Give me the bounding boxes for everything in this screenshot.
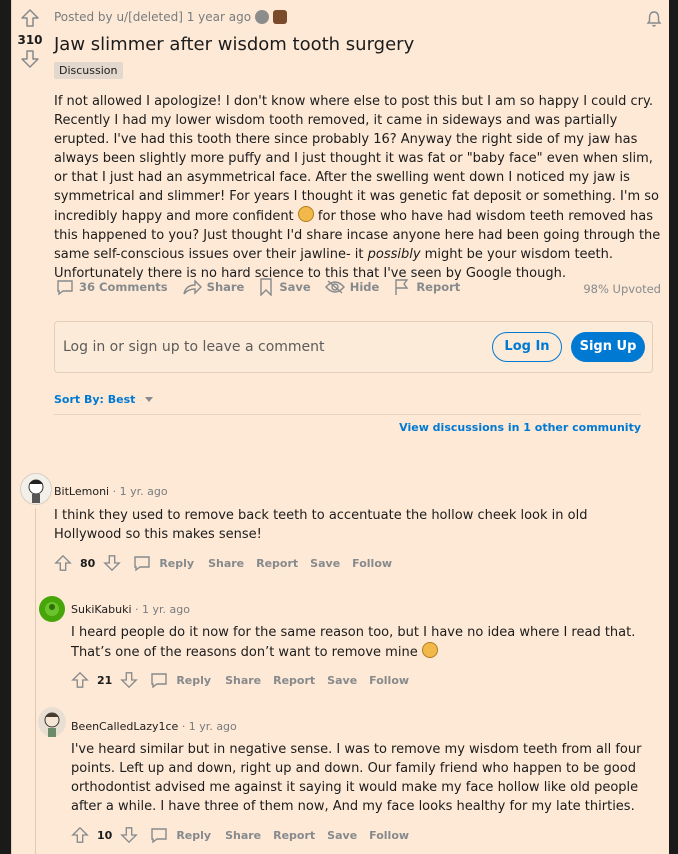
report-button[interactable]: Report <box>393 278 460 296</box>
post-meta: Posted by u/[deleted] 1 year ago <box>54 10 288 24</box>
flag-icon <box>395 279 409 295</box>
sort-label: Sort By: Best <box>54 393 136 406</box>
award-icon <box>255 10 270 24</box>
save-button[interactable]: Save <box>327 829 357 842</box>
post-panel: 310 Posted by u/[deleted] 1 year ago Jaw… <box>11 0 669 854</box>
report-button[interactable]: Report <box>273 674 315 687</box>
login-prompt-box: Log in or sign up to leave a comment Log… <box>54 321 653 373</box>
save-button[interactable]: Save <box>258 278 311 296</box>
thread-line[interactable] <box>35 508 36 854</box>
sort-dropdown[interactable]: Sort By: Best <box>54 393 154 406</box>
save-button[interactable]: Save <box>327 674 357 687</box>
post-body-emphasis: possibly <box>367 247 421 262</box>
report-button[interactable]: Report <box>256 557 298 570</box>
comment-meta: BeenCalledLazy1ce · 1 yr. ago <box>71 720 237 733</box>
comment-author[interactable]: BitLemoni <box>54 485 109 498</box>
downvote-icon[interactable] <box>120 826 139 844</box>
comments-button[interactable]: 36 Comments <box>56 278 168 296</box>
comment-meta: BitLemoni · 1 yr. ago <box>54 485 168 498</box>
comment-score: 80 <box>80 556 96 570</box>
signup-button[interactable]: Sign Up <box>571 332 645 362</box>
comment-time[interactable]: · 1 yr. ago <box>182 720 237 733</box>
comment-author[interactable]: SukiKabuki <box>71 603 132 616</box>
reply-button[interactable]: Reply <box>176 674 211 687</box>
share-label: Share <box>206 280 245 294</box>
post-vote-column: 310 <box>12 8 48 69</box>
upvote-icon[interactable] <box>54 554 72 572</box>
smiley-emoji-icon <box>297 206 314 222</box>
upvote-icon[interactable] <box>71 826 89 844</box>
post-meta-text: Posted by u/[deleted] 1 year ago <box>54 10 252 24</box>
login-prompt-text: Log in or sign up to leave a comment <box>63 339 325 355</box>
avatar-figure-icon <box>28 479 44 503</box>
upvote-ratio: 98% Upvoted <box>583 282 661 296</box>
upvote-icon[interactable] <box>71 671 89 689</box>
follow-button[interactable]: Follow <box>352 557 392 570</box>
post-body: If not allowed I apologize! I don't know… <box>54 92 664 283</box>
reply-icon[interactable] <box>133 554 151 572</box>
bell-icon[interactable] <box>645 10 663 28</box>
reply-button[interactable]: Reply <box>159 557 194 570</box>
comment-text: I've heard similar but in negative sense… <box>71 742 642 814</box>
comment-time[interactable]: · 1 yr. ago <box>135 603 190 616</box>
hide-label: Hide <box>349 280 380 294</box>
post-score: 310 <box>17 33 43 47</box>
share-icon <box>182 279 202 295</box>
comment-actions: 21 Reply Share Report Save Follow <box>71 671 409 689</box>
avatar[interactable] <box>39 596 65 622</box>
downvote-icon[interactable] <box>20 49 40 69</box>
comment-score: 21 <box>97 673 113 687</box>
follow-button[interactable]: Follow <box>369 829 409 842</box>
report-label: Report <box>416 280 461 294</box>
avatar[interactable] <box>20 473 52 505</box>
comment-text: I heard people do it now for the same re… <box>71 623 656 662</box>
comment-meta: SukiKabuki · 1 yr. ago <box>71 603 190 616</box>
comments-label: 36 Comments <box>79 280 168 294</box>
share-button[interactable]: Share <box>208 557 244 570</box>
downvote-icon[interactable] <box>120 671 139 689</box>
reply-icon[interactable] <box>150 671 168 689</box>
share-button[interactable]: Share <box>182 278 245 296</box>
comment-score: 10 <box>97 828 113 842</box>
share-button[interactable]: Share <box>225 829 261 842</box>
comment-time[interactable]: · 1 yr. ago <box>113 485 168 498</box>
save-button[interactable]: Save <box>310 557 340 570</box>
bookmark-icon <box>260 278 273 296</box>
upvote-icon[interactable] <box>20 8 40 28</box>
login-button[interactable]: Log In <box>492 332 562 362</box>
report-button[interactable]: Report <box>273 829 315 842</box>
comment-actions: 80 Reply Share Report Save Follow <box>54 554 392 572</box>
share-button[interactable]: Share <box>225 674 261 687</box>
comment-text-content: I heard people do it now for the same re… <box>71 625 636 660</box>
post-title[interactable]: Jaw slimmer after wisdom tooth surgery <box>54 34 414 55</box>
divider <box>54 414 641 415</box>
view-discussions-link[interactable]: View discussions in 1 other community <box>399 421 641 434</box>
comment-author[interactable]: BeenCalledLazy1ce <box>71 720 178 733</box>
comment-actions: 10 Reply Share Report Save Follow <box>71 826 409 844</box>
hide-button[interactable]: Hide <box>324 279 380 295</box>
reply-button[interactable]: Reply <box>176 829 211 842</box>
caret-down-icon <box>145 396 154 402</box>
comment-icon <box>57 280 73 296</box>
follow-button[interactable]: Follow <box>369 674 409 687</box>
grin-emoji-icon <box>421 642 438 658</box>
post-actions: 36 Comments Share Save Hide Report <box>56 278 460 296</box>
avatar-figure-icon <box>45 602 59 616</box>
award-icon <box>273 10 288 24</box>
comment-text: I think they used to remove back teeth t… <box>54 508 588 542</box>
save-label: Save <box>279 280 311 294</box>
hide-eye-icon <box>324 280 345 294</box>
post-body-part: If not allowed I apologize! I don't know… <box>54 94 659 224</box>
avatar[interactable] <box>38 707 66 737</box>
post-flair[interactable]: Discussion <box>54 62 123 79</box>
reply-icon[interactable] <box>150 826 168 844</box>
avatar-figure-icon <box>44 712 60 737</box>
downvote-icon[interactable] <box>103 554 122 572</box>
